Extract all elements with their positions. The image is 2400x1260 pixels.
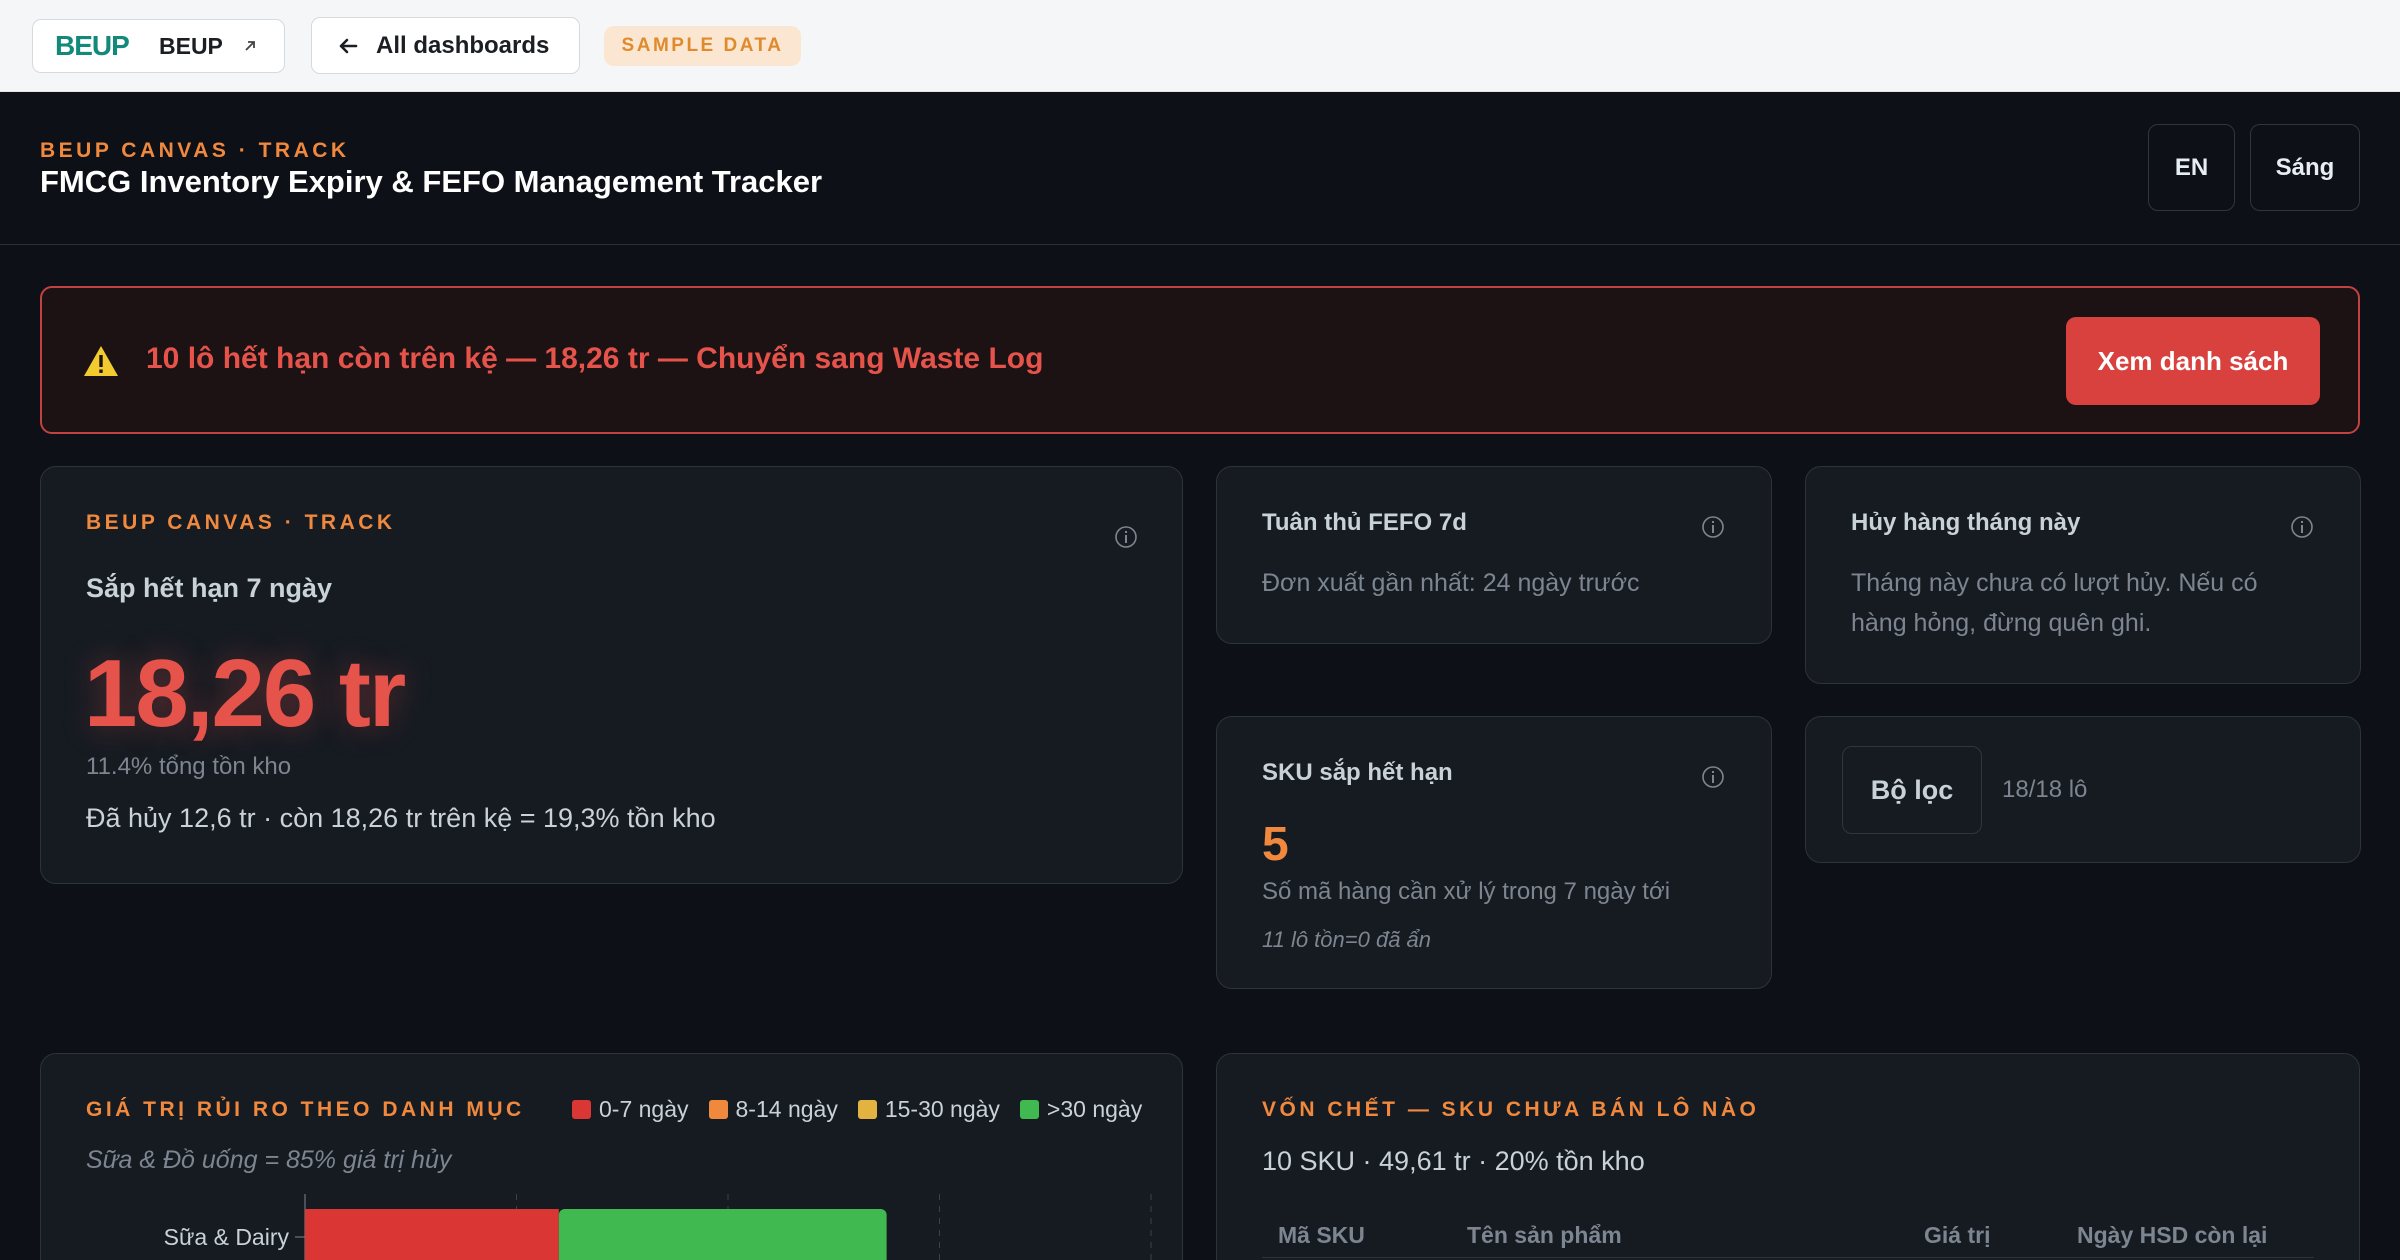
card-title: Tuân thủ FEFO 7d (1262, 509, 1467, 536)
all-dashboards-label: All dashboards (376, 31, 550, 59)
filter-card: Bộ lọc 18/18 lô (1805, 716, 2361, 863)
brand-logo: BEUP (55, 30, 130, 61)
legend-item: 15-30 ngày (857, 1096, 1000, 1123)
kpi-label: Sắp hết hạn 7 ngày (86, 573, 333, 603)
legend-label: 15-30 ngày (884, 1096, 1000, 1122)
arrow-left-icon (339, 38, 358, 53)
chart-legend: 0-7 ngày 8-14 ngày 15-30 ngày >30 ngày (572, 1096, 1142, 1123)
hidden-lots-note: 11 lô tồn=0 đã ẩn (1262, 927, 1432, 952)
fefo-compliance-card: Tuân thủ FEFO 7d Đơn xuất gần nhất: 24 n… (1216, 466, 1772, 644)
column-header-value[interactable]: Giá trị (1924, 1222, 1990, 1249)
bar-segment[interactable] (558, 1209, 887, 1260)
alert-message: 10 lô hết hạn còn trên kệ — 18,26 tr — C… (146, 342, 1044, 375)
info-icon[interactable] (1114, 525, 1138, 549)
legend-swatch (572, 1100, 591, 1119)
info-icon[interactable] (1701, 515, 1725, 539)
legend-item: 0-7 ngày (572, 1096, 689, 1123)
sample-data-badge: SAMPLE DATA (604, 26, 801, 66)
legend-label: >30 ngày (1046, 1096, 1143, 1122)
theme-toggle-button[interactable]: Sáng (2250, 124, 2360, 211)
table-header: Mã SKU Tên sản phẩm Giá trị Ngày HSD còn… (1262, 1218, 2314, 1258)
kpi-value: 18,26 tr (84, 640, 406, 747)
brand-name: BEUP (159, 32, 223, 59)
page-title: FMCG Inventory Expiry & FEFO Management … (40, 164, 823, 199)
brand-link[interactable]: BEUP BEUP (32, 19, 285, 73)
legend-swatch (857, 1100, 877, 1119)
card-text: Đơn xuất gần nhất: 24 ngày trước (1262, 569, 1640, 597)
legend-swatch (708, 1100, 728, 1119)
card-title: Hủy hàng tháng này (1851, 509, 2081, 536)
info-icon[interactable] (2290, 515, 2314, 539)
waste-month-card: Hủy hàng tháng này Tháng này chưa có lượ… (1805, 466, 2361, 684)
filter-button[interactable]: Bộ lọc (1842, 746, 1982, 834)
warning-icon (84, 346, 118, 376)
external-link-icon (245, 41, 255, 51)
card-eyebrow: BEUP CANVAS · TRACK (86, 511, 396, 534)
legend-item: 8-14 ngày (708, 1096, 838, 1123)
legend-swatch (1019, 1100, 1039, 1119)
top-bar: BEUP BEUP All dashboards SAMPLE DATA (0, 0, 2400, 92)
kpi-summary: Đã hủy 12,6 tr · còn 18,26 tr trên kệ = … (86, 803, 716, 833)
card-text-line-1: Tháng này chưa có lượt hủy. Nếu có (1851, 569, 2258, 597)
column-header-product[interactable]: Tên sản phẩm (1467, 1222, 1622, 1249)
chart-title: GIÁ TRỊ RỦI RO THEO DANH MỤC (86, 1098, 525, 1121)
risk-bar-chart: Sữa & Dairy (164, 1194, 1152, 1260)
risk-by-category-card: GIÁ TRỊ RỦI RO THEO DANH MỤC 0-7 ngày 8-… (40, 1053, 1183, 1260)
all-dashboards-button[interactable]: All dashboards (311, 17, 580, 74)
expiring-7d-card: BEUP CANVAS · TRACK Sắp hết hạn 7 ngày 1… (40, 466, 1183, 884)
card-text: Số mã hàng cần xử lý trong 7 ngày tới (1262, 878, 1671, 905)
dead-stock-summary: 10 SKU · 49,61 tr · 20% tồn kho (1262, 1146, 1645, 1176)
legend-item: >30 ngày (1019, 1096, 1143, 1123)
bar-segment[interactable] (305, 1209, 559, 1260)
category-label: Sữa & Dairy (164, 1224, 290, 1250)
card-title: SKU sắp hết hạn (1262, 759, 1453, 786)
filter-count: 18/18 lô (2002, 776, 2088, 803)
kpi-percent: 11.4% tổng tồn kho (86, 753, 292, 780)
card-text-line-2: hàng hỏng, đừng quên ghi. (1851, 609, 2152, 637)
sku-count: 5 (1262, 818, 1289, 871)
dead-stock-card: VỐN CHẾT — SKU CHƯA BÁN LÔ NÀO 10 SKU · … (1216, 1053, 2360, 1260)
page-header: BEUP CANVAS · TRACK FMCG Inventory Expir… (0, 92, 2400, 245)
sku-expiring-card: SKU sắp hết hạn 5 Số mã hàng cần xử lý t… (1216, 716, 1772, 989)
info-icon[interactable] (1701, 765, 1725, 789)
header-eyebrow: BEUP CANVAS · TRACK (40, 139, 350, 162)
legend-label: 8-14 ngày (735, 1096, 838, 1122)
expired-alert-banner: 10 lô hết hạn còn trên kệ — 18,26 tr — C… (40, 286, 2360, 434)
view-list-button[interactable]: Xem danh sách (2066, 317, 2320, 405)
column-header-days-left[interactable]: Ngày HSD còn lại (2077, 1222, 2267, 1249)
column-header-sku[interactable]: Mã SKU (1278, 1222, 1365, 1249)
legend-label: 0-7 ngày (599, 1096, 689, 1122)
card-eyebrow: VỐN CHẾT — SKU CHƯA BÁN LÔ NÀO (1262, 1098, 1760, 1121)
chart-subtitle: Sữa & Đồ uống = 85% giá trị hủy (86, 1146, 452, 1174)
language-toggle-button[interactable]: EN (2148, 124, 2235, 211)
